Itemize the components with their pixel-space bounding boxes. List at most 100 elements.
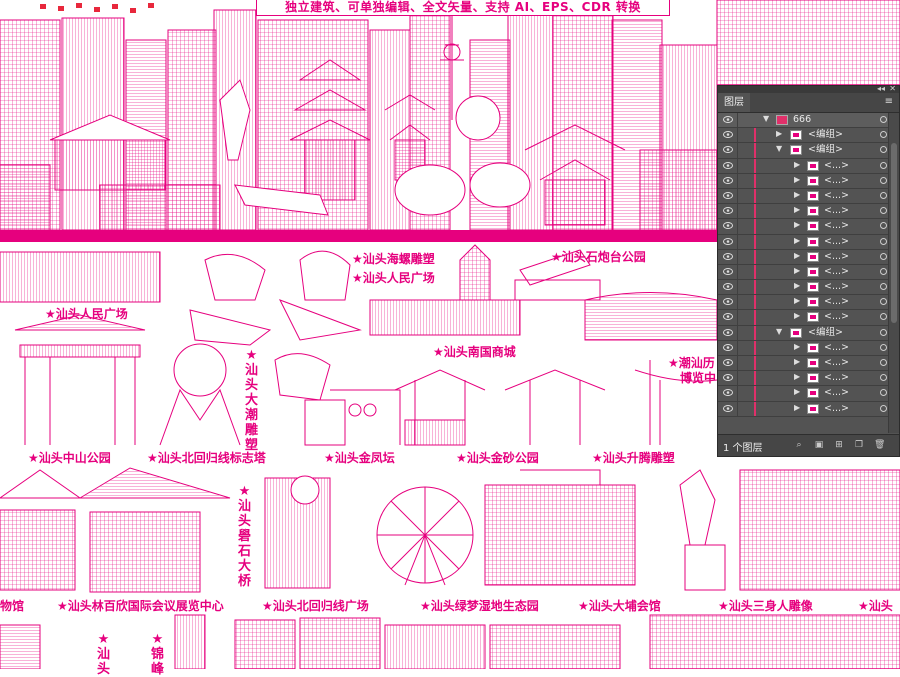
visibility-eye-icon[interactable]: [723, 359, 733, 366]
layer-name[interactable]: <...>: [824, 219, 849, 233]
expand-triangle-icon[interactable]: ▶: [776, 129, 782, 138]
visibility-eye-icon[interactable]: [723, 313, 733, 321]
layer-name[interactable]: <...>: [824, 159, 849, 173]
layer-row[interactable]: ▶ <...>: [718, 295, 890, 311]
visibility-eye-icon[interactable]: [723, 207, 733, 215]
layer-row[interactable]: ▶ <...>: [718, 280, 890, 296]
target-circle-icon[interactable]: [880, 222, 887, 230]
visibility-eye-icon[interactable]: [723, 374, 733, 382]
target-circle-icon[interactable]: [880, 404, 887, 412]
expand-triangle-icon[interactable]: ▶: [794, 387, 800, 396]
target-circle-icon[interactable]: [880, 116, 887, 123]
layer-row[interactable]: ▶ <...>: [718, 249, 890, 265]
target-circle-icon[interactable]: [880, 389, 887, 397]
visibility-eye-icon[interactable]: [723, 298, 733, 306]
target-circle-icon[interactable]: [880, 313, 887, 321]
layer-name[interactable]: 666: [793, 113, 811, 127]
target-circle-icon[interactable]: [880, 237, 887, 245]
layer-name[interactable]: <...>: [824, 204, 849, 218]
layer-name[interactable]: <编组>: [808, 143, 843, 157]
layer-row[interactable]: ▶ <编组>: [718, 128, 890, 144]
expand-triangle-icon[interactable]: ▶: [794, 357, 800, 366]
new-layer-icon[interactable]: ❐: [854, 440, 864, 450]
visibility-eye-icon[interactable]: [723, 328, 733, 336]
tab-layers[interactable]: 图层: [718, 93, 750, 112]
layer-row[interactable]: ▼ 666: [718, 113, 890, 129]
delete-icon[interactable]: 🗑: [874, 440, 885, 450]
search-icon[interactable]: ⌕: [794, 440, 804, 450]
target-circle-icon[interactable]: [880, 267, 887, 275]
close-icon[interactable]: ✕: [889, 84, 896, 93]
layer-name[interactable]: <...>: [824, 250, 849, 264]
layer-name[interactable]: <...>: [824, 386, 849, 400]
target-circle-icon[interactable]: [880, 328, 887, 336]
target-circle-icon[interactable]: [880, 207, 887, 215]
expand-triangle-icon[interactable]: ▶: [794, 251, 800, 260]
layer-row[interactable]: ▶ <...>: [718, 310, 890, 326]
layer-name[interactable]: <编组>: [808, 326, 843, 340]
visibility-eye-icon[interactable]: [723, 389, 733, 397]
expand-triangle-icon[interactable]: ▶: [794, 160, 800, 169]
layer-name[interactable]: <编组>: [808, 128, 843, 142]
layer-name[interactable]: <...>: [824, 235, 849, 249]
expand-triangle-icon[interactable]: ▶: [794, 175, 800, 184]
visibility-eye-icon[interactable]: [723, 267, 733, 275]
visibility-eye-icon[interactable]: [723, 161, 733, 169]
visibility-eye-icon[interactable]: [723, 237, 733, 245]
expand-triangle-icon[interactable]: ▶: [794, 372, 800, 381]
target-circle-icon[interactable]: [880, 161, 887, 169]
target-circle-icon[interactable]: [880, 191, 887, 199]
layer-row[interactable]: ▶ <...>: [718, 371, 890, 387]
visibility-eye-icon[interactable]: [723, 116, 733, 123]
layer-name[interactable]: <...>: [824, 371, 849, 385]
layer-row[interactable]: ▼ <编组>: [718, 325, 890, 341]
layers-scrollbar[interactable]: [888, 113, 899, 433]
layer-row[interactable]: ▶ <...>: [718, 264, 890, 281]
expand-triangle-icon[interactable]: ▶: [794, 296, 800, 305]
expand-triangle-icon[interactable]: ▼: [776, 327, 782, 336]
layer-name[interactable]: <...>: [824, 295, 849, 309]
expand-triangle-icon[interactable]: ▼: [763, 114, 769, 123]
layer-row[interactable]: ▶ <...>: [718, 386, 890, 402]
target-circle-icon[interactable]: [880, 374, 887, 382]
target-circle-icon[interactable]: [880, 298, 887, 306]
expand-triangle-icon[interactable]: ▶: [794, 220, 800, 229]
target-circle-icon[interactable]: [880, 359, 887, 366]
layer-row[interactable]: ▶ <...>: [718, 188, 890, 205]
expand-triangle-icon[interactable]: ▶: [794, 190, 800, 199]
expand-triangle-icon[interactable]: ▶: [794, 205, 800, 214]
layer-name[interactable]: <...>: [824, 280, 849, 294]
collapse-icon[interactable]: ◂◂: [877, 84, 885, 93]
visibility-eye-icon[interactable]: [723, 131, 733, 139]
expand-triangle-icon[interactable]: ▶: [794, 342, 800, 351]
visibility-eye-icon[interactable]: [723, 252, 733, 260]
expand-triangle-icon[interactable]: ▶: [794, 236, 800, 245]
target-circle-icon[interactable]: [880, 146, 887, 154]
visibility-eye-icon[interactable]: [723, 176, 733, 184]
expand-triangle-icon[interactable]: ▶: [794, 266, 800, 275]
expand-triangle-icon[interactable]: ▼: [776, 144, 782, 153]
expand-triangle-icon[interactable]: ▶: [794, 281, 800, 290]
layer-row[interactable]: ▼ <编组>: [718, 143, 890, 159]
expand-triangle-icon[interactable]: ▶: [794, 403, 800, 412]
layer-row[interactable]: ▶ <...>: [718, 204, 890, 220]
layer-name[interactable]: <...>: [824, 356, 849, 370]
layer-name[interactable]: <...>: [824, 341, 849, 355]
layer-row[interactable]: ▶ <...>: [718, 173, 890, 189]
target-circle-icon[interactable]: [880, 176, 887, 184]
target-circle-icon[interactable]: [880, 252, 887, 260]
layer-row[interactable]: ▶ <...>: [718, 356, 890, 372]
expand-triangle-icon[interactable]: ▶: [794, 311, 800, 320]
visibility-eye-icon[interactable]: [723, 222, 733, 230]
layer-row[interactable]: ▶ <...>: [718, 158, 890, 174]
layer-row[interactable]: ▶ <...>: [718, 219, 890, 235]
visibility-eye-icon[interactable]: [723, 343, 733, 351]
target-circle-icon[interactable]: [880, 343, 887, 351]
target-circle-icon[interactable]: [880, 283, 887, 291]
layer-row[interactable]: ▶ <...>: [718, 401, 890, 417]
panel-menu-icon[interactable]: ≡: [885, 96, 893, 107]
visibility-eye-icon[interactable]: [723, 283, 733, 291]
make-clip-mask-icon[interactable]: ▣: [814, 440, 824, 450]
new-sublayer-icon[interactable]: ⊞: [834, 440, 844, 450]
layer-name[interactable]: <...>: [824, 402, 849, 416]
